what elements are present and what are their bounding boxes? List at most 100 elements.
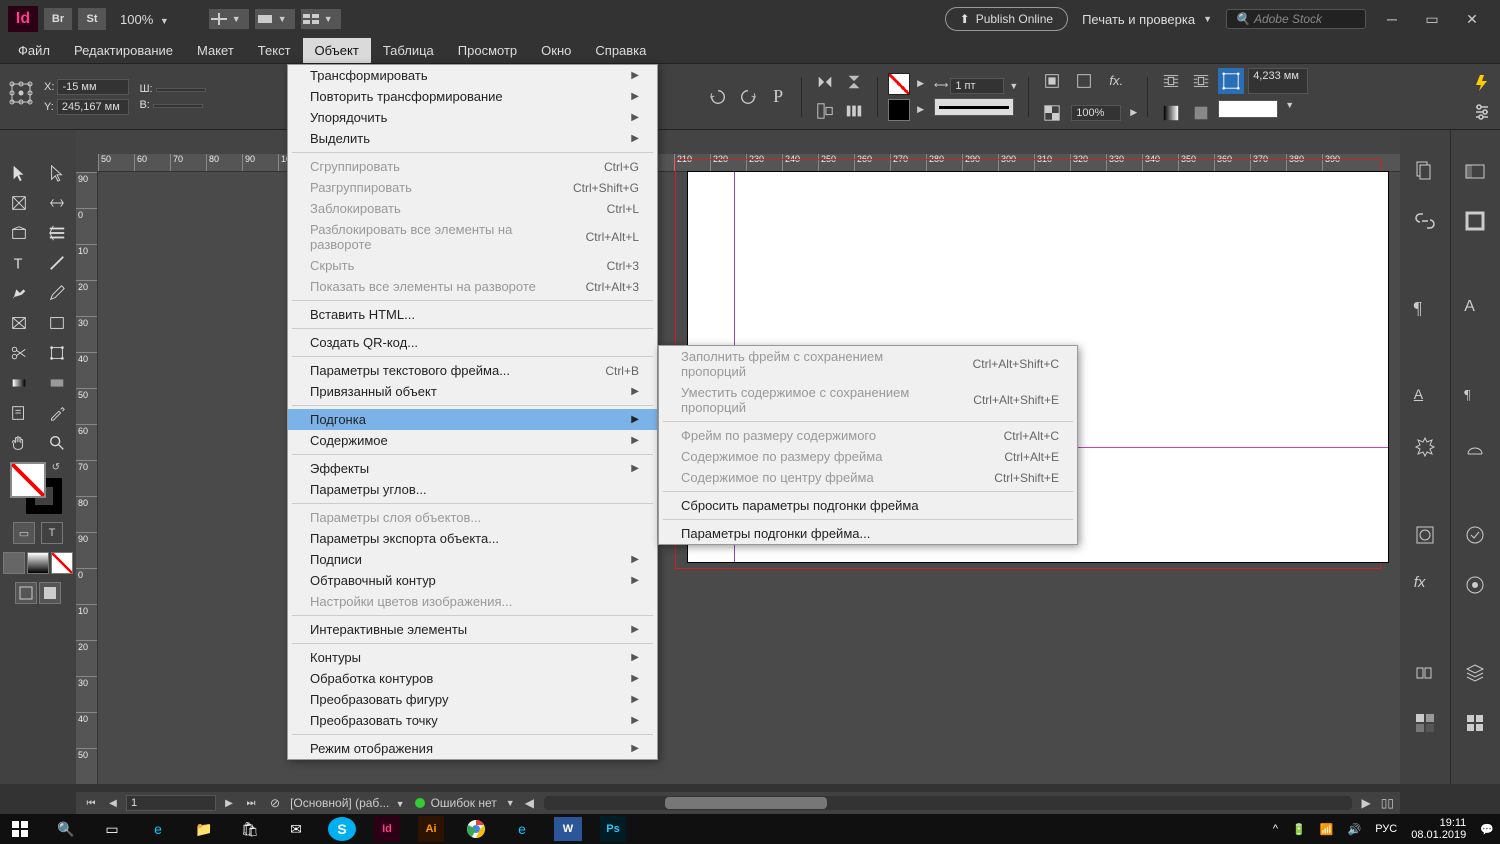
menu-item[interactable]: Содержимое▶ [288,430,657,451]
paragraph-icon[interactable]: P [765,84,791,110]
vertical-ruler[interactable]: 900102030405060708090010203040500123 [76,172,98,784]
search-taskbar-icon[interactable]: 🔍 [52,817,80,841]
effects-icon-2[interactable] [1071,68,1097,94]
links-panel-icon[interactable] [1414,210,1436,232]
stroke-panel-icon[interactable] [1464,210,1486,232]
photoshop-taskbar-icon[interactable]: Ps [600,816,626,842]
edge-taskbar-icon[interactable]: e [144,817,172,841]
pencil-tool[interactable] [38,278,76,308]
gradient-swatch-tool[interactable] [0,368,38,398]
gap-input[interactable]: 4,233 мм [1248,68,1308,94]
menu-item[interactable]: Подгонка▶ [288,409,657,430]
task-view-icon[interactable]: ▭ [98,817,126,841]
view-option-3[interactable]: ▼ [301,9,341,29]
split-view-button[interactable]: ▯▯ [1381,796,1394,810]
preset-label[interactable]: [Основной] (раб... ▼ [290,796,405,810]
pen-tool[interactable] [0,278,38,308]
workspace-switcher[interactable]: Печать и проверка ▼ [1074,12,1220,27]
chrome-taskbar-icon[interactable] [462,817,490,841]
fill-swatch[interactable] [888,73,910,95]
view-option-1[interactable]: ▼ [209,9,249,29]
char-styles-panel-icon[interactable]: A [1414,386,1436,408]
formatting-container-button[interactable]: ▭ [13,522,35,544]
feather-icon[interactable] [1188,100,1214,126]
selection-tool[interactable] [0,158,38,188]
prev-page-button[interactable]: ◀ [104,798,122,809]
close-button[interactable]: ✕ [1462,9,1482,29]
h-input[interactable] [153,104,203,108]
pages-panel-icon[interactable] [1414,160,1436,182]
explorer-taskbar-icon[interactable]: 📁 [190,817,218,841]
gradient-icon[interactable] [1158,100,1184,126]
color-well[interactable] [1218,100,1278,118]
menu-item[interactable]: Преобразовать точку▶ [288,710,657,731]
stroke-style-select[interactable] [934,98,1014,116]
fx-panel-icon[interactable]: fx [1414,574,1436,596]
page-tool[interactable] [0,188,38,218]
tool-hints-panel-icon[interactable] [1414,436,1436,458]
menu-item[interactable]: Эффекты▶ [288,458,657,479]
cc-libraries-panel-icon[interactable] [1464,160,1486,182]
zoom-tool[interactable] [38,428,76,458]
bridge-button[interactable]: Br [44,8,72,30]
stroke-weight-input[interactable]: 1 пт [950,78,1004,94]
wrap-shape-icon[interactable] [1218,68,1244,94]
paragraph-panel-icon[interactable]: ¶ [1414,298,1436,320]
free-transform-tool[interactable] [38,338,76,368]
content-placer-tool[interactable] [38,218,76,248]
first-page-button[interactable]: ⏮ [82,798,100,809]
note-tool[interactable] [0,398,38,428]
preflight-status[interactable]: Ошибок нет ▼ [415,796,515,810]
tray-chevron-icon[interactable]: ^ [1273,823,1278,835]
formatting-text-button[interactable]: T [41,522,63,544]
preflight-panel-icon[interactable] [1464,524,1486,546]
wifi-icon[interactable]: 📶 [1320,823,1334,836]
indesign-taskbar-icon[interactable]: Id [374,816,400,842]
apply-none-button[interactable] [51,552,73,574]
fx-icon[interactable]: fx. [1103,68,1129,94]
object-styles-panel-icon[interactable] [1414,662,1436,684]
menu-item[interactable]: Преобразовать фигуру▶ [288,689,657,710]
scissors-tool[interactable] [0,338,38,368]
para-styles-panel-icon[interactable]: ¶ [1464,386,1486,408]
menu-item[interactable]: Обтравочный контур▶ [288,570,657,591]
page-number-input[interactable]: 1 [126,795,216,811]
hand-tool[interactable] [0,428,38,458]
illustrator-taskbar-icon[interactable]: Ai [418,816,444,842]
wrap-bounding-icon[interactable] [1188,68,1214,94]
menu-item[interactable]: Обработка контуров▶ [288,668,657,689]
scroll-right-button[interactable]: ▶ [1362,796,1371,810]
rectangle-frame-tool[interactable] [0,308,38,338]
zoom-level[interactable]: 100% ▼ [112,12,177,27]
menu-макет[interactable]: Макет [185,38,246,63]
menu-справка[interactable]: Справка [583,38,658,63]
volume-icon[interactable]: 🔊 [1348,823,1362,836]
language-indicator[interactable]: РУС [1375,823,1397,835]
menu-файл[interactable]: Файл [6,38,62,63]
skype-taskbar-icon[interactable]: S [328,817,356,841]
menu-item[interactable]: Параметры углов... [288,479,657,500]
menu-item[interactable]: Выделить▶ [288,128,657,149]
flip-h-icon[interactable] [812,69,838,95]
info-panel-icon[interactable] [1464,712,1486,734]
stock-search-input[interactable]: 🔍 Adobe Stock [1226,9,1366,29]
view-option-2[interactable]: ▼ [255,9,295,29]
word-taskbar-icon[interactable]: W [554,817,582,841]
last-page-button[interactable]: ⏭ [242,798,260,809]
preferences-icon[interactable] [1473,103,1491,121]
menu-item[interactable]: Трансформировать▶ [288,65,657,86]
horizontal-scrollbar[interactable] [544,796,1352,810]
menu-item[interactable]: Подписи▶ [288,549,657,570]
menu-item[interactable]: Интерактивные элементы▶ [288,619,657,640]
direct-selection-tool[interactable] [38,158,76,188]
menu-item[interactable]: Параметры текстового фрейма...Ctrl+B [288,360,657,381]
normal-view-button[interactable] [15,582,37,604]
reference-point-icon[interactable] [8,74,34,120]
menu-объект[interactable]: Объект [303,38,371,63]
distribute-icon[interactable] [841,98,867,124]
menu-просмотр[interactable]: Просмотр [446,38,529,63]
store-taskbar-icon[interactable]: 🛍 [236,817,264,841]
gap-tool[interactable] [38,188,76,218]
apply-color-button[interactable] [3,552,25,574]
next-page-button[interactable]: ▶ [220,798,238,809]
